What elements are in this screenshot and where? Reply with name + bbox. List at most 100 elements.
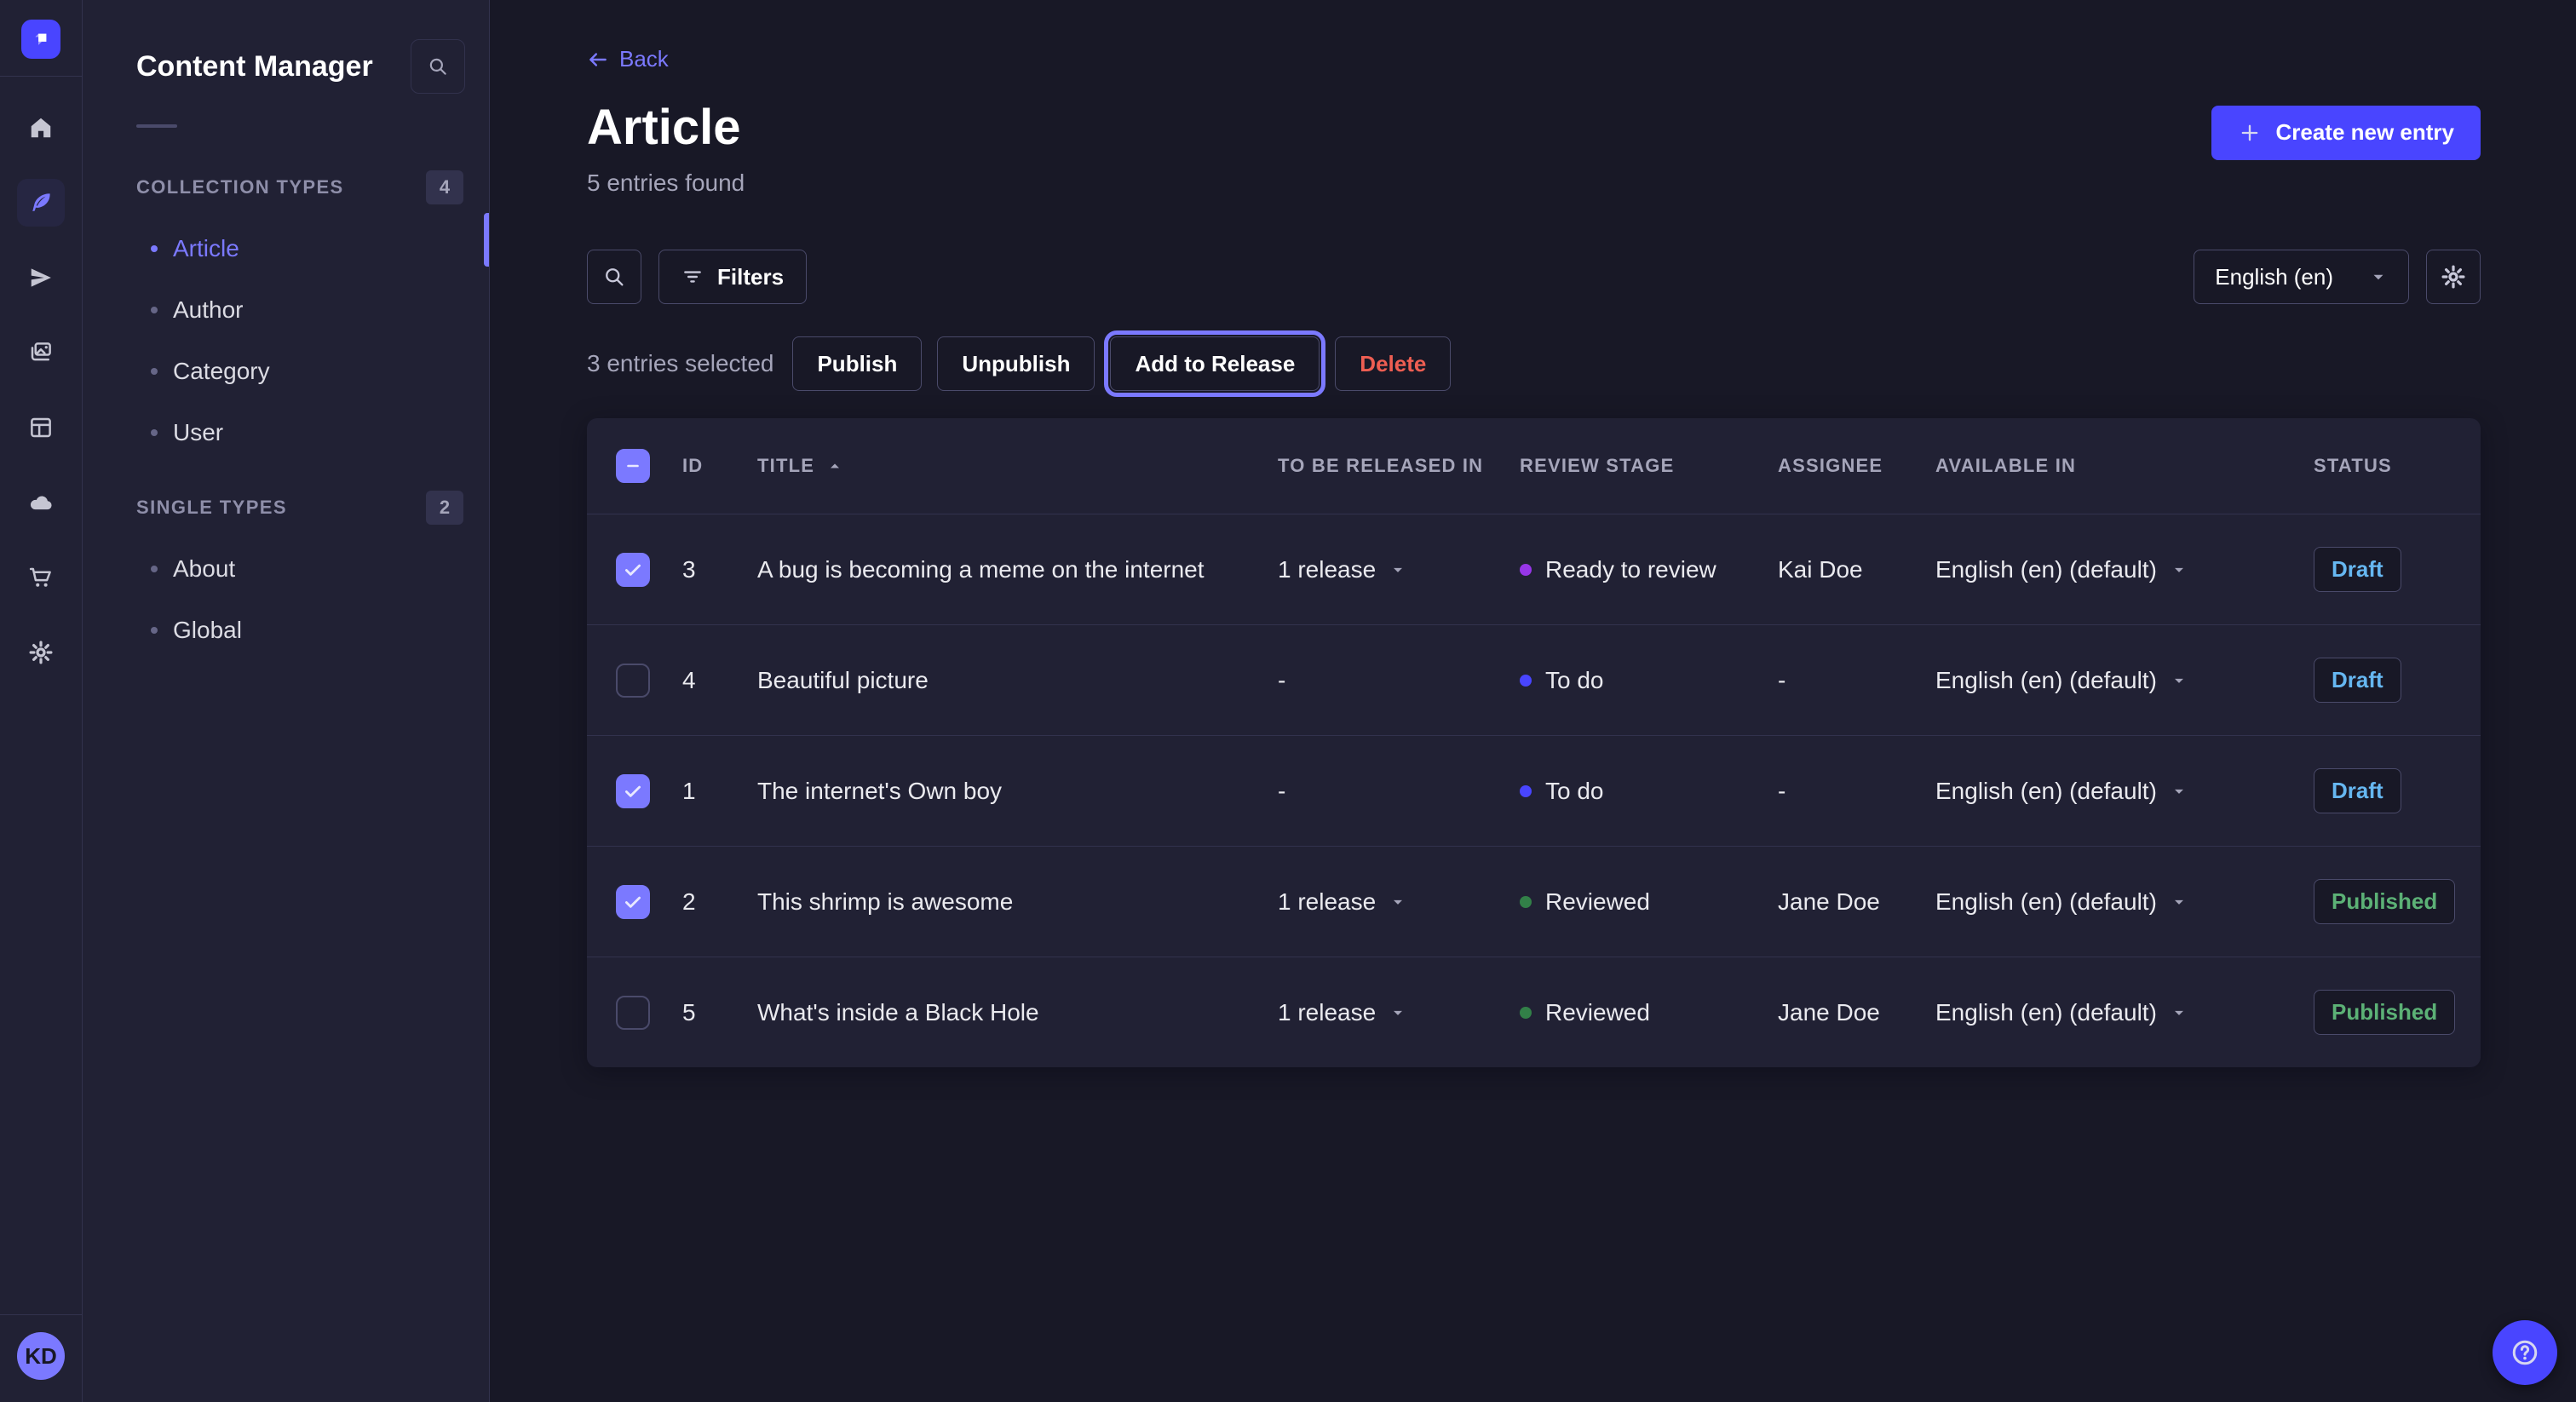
cell-assignee: - (1778, 667, 1935, 694)
row-checkbox[interactable] (616, 553, 650, 587)
status-badge: Draft (2314, 768, 2401, 813)
chevron-down-icon (1389, 893, 1406, 911)
entries-table: ID TITLE TO BE RELEASED IN REVIEW STAGE … (587, 418, 2481, 1067)
table-header-row: ID TITLE TO BE RELEASED IN REVIEW STAGE … (587, 418, 2481, 514)
strapi-logo-icon[interactable] (21, 20, 60, 59)
cell-review-stage: Reviewed (1520, 888, 1778, 916)
cell-title: Beautiful picture (757, 667, 1278, 694)
question-mark-icon (2510, 1337, 2540, 1368)
row-checkbox[interactable] (616, 664, 650, 698)
cell-assignee: Jane Doe (1778, 888, 1935, 916)
cell-release[interactable]: 1 release (1278, 888, 1520, 916)
cell-assignee: - (1778, 778, 1935, 805)
cell-release[interactable]: 1 release (1278, 999, 1520, 1026)
row-checkbox[interactable] (616, 996, 650, 1030)
status-badge: Published (2314, 879, 2455, 924)
layout-icon[interactable] (17, 404, 65, 451)
cell-available-in[interactable]: English (en) (default) (1935, 888, 2314, 916)
cell-assignee: Jane Doe (1778, 999, 1935, 1026)
column-header-to-be-released-in[interactable]: TO BE RELEASED IN (1278, 455, 1520, 477)
active-item-indicator (484, 213, 489, 267)
sidebar-item-article[interactable]: Article (83, 218, 489, 279)
sidebar-item-about[interactable]: About (83, 538, 489, 600)
row-checkbox[interactable] (616, 885, 650, 919)
cell-id: 1 (682, 778, 757, 805)
gear-icon[interactable] (17, 629, 65, 676)
bullet-icon (151, 245, 158, 252)
table-row[interactable]: 2 This shrimp is awesome 1 release Revie… (587, 846, 2481, 957)
help-button[interactable] (2493, 1320, 2557, 1385)
chevron-down-icon (2171, 672, 2188, 689)
sort-asc-icon (826, 457, 843, 474)
rail-divider (0, 76, 82, 77)
search-icon[interactable] (411, 39, 465, 94)
delete-button[interactable]: Delete (1335, 336, 1451, 391)
sidebar-item-category[interactable]: Category (83, 341, 489, 402)
locale-select[interactable]: English (en) (2194, 250, 2409, 304)
status-badge: Published (2314, 990, 2455, 1035)
chevron-down-icon (1389, 1004, 1406, 1021)
column-header-assignee[interactable]: ASSIGNEE (1778, 455, 1935, 477)
home-icon[interactable] (17, 104, 65, 152)
cell-available-in[interactable]: English (en) (default) (1935, 556, 2314, 583)
user-avatar[interactable]: KD (17, 1332, 65, 1380)
add-to-release-button[interactable]: Add to Release (1110, 336, 1320, 391)
bullet-icon (151, 307, 158, 313)
row-checkbox[interactable] (616, 774, 650, 808)
cell-id: 5 (682, 999, 757, 1026)
back-link[interactable]: Back (587, 46, 669, 72)
cell-available-in[interactable]: English (en) (default) (1935, 778, 2314, 805)
cell-release: - (1278, 667, 1520, 694)
chevron-down-icon (2171, 1004, 2188, 1021)
column-header-review-stage[interactable]: REVIEW STAGE (1520, 455, 1778, 477)
strapi-logo-glyph (29, 27, 53, 51)
sidebar-item-user[interactable]: User (83, 402, 489, 463)
bullet-icon (151, 566, 158, 572)
cell-title: A bug is becoming a meme on the internet (757, 556, 1278, 583)
collection-types-list: Article Author Category User (83, 218, 489, 463)
cell-release[interactable]: 1 release (1278, 556, 1520, 583)
status-badge: Draft (2314, 547, 2401, 592)
column-header-title[interactable]: TITLE (757, 455, 1278, 477)
unpublish-button[interactable]: Unpublish (937, 336, 1095, 391)
filter-icon (681, 266, 704, 288)
cloud-icon[interactable] (17, 479, 65, 526)
sidebar-item-global[interactable]: Global (83, 600, 489, 661)
search-icon[interactable] (587, 250, 641, 304)
stage-dot-icon (1520, 1007, 1532, 1019)
indeterminate-icon (623, 456, 643, 476)
column-header-id[interactable]: ID (682, 455, 757, 477)
table-row[interactable]: 3 A bug is becoming a meme on the intern… (587, 514, 2481, 624)
chevron-down-icon (2171, 561, 2188, 578)
entries-selected-text: 3 entries selected (587, 350, 773, 377)
sidebar-divider (136, 124, 177, 128)
stage-dot-icon (1520, 785, 1532, 797)
table-row[interactable]: 5 What's inside a Black Hole 1 release R… (587, 957, 2481, 1067)
collection-types-count-badge: 4 (426, 170, 463, 204)
main-content: Back Article 5 entries found Create new … (490, 0, 2576, 1402)
sidebar-item-author[interactable]: Author (83, 279, 489, 341)
media-icon[interactable] (17, 329, 65, 376)
create-new-entry-button[interactable]: Create new entry (2211, 106, 2481, 160)
stage-dot-icon (1520, 675, 1532, 687)
feather-icon[interactable] (17, 179, 65, 227)
cell-available-in[interactable]: English (en) (default) (1935, 999, 2314, 1026)
stage-dot-icon (1520, 564, 1532, 576)
cell-review-stage: Ready to review (1520, 556, 1778, 583)
send-icon[interactable] (17, 254, 65, 302)
table-row[interactable]: 1 The internet's Own boy - To do - Engli… (587, 735, 2481, 846)
filters-button[interactable]: Filters (658, 250, 807, 304)
column-header-available-in[interactable]: AVAILABLE IN (1935, 455, 2314, 477)
select-all-checkbox[interactable] (616, 449, 650, 483)
publish-button[interactable]: Publish (792, 336, 922, 391)
cell-review-stage: To do (1520, 667, 1778, 694)
check-icon (622, 559, 644, 581)
settings-gear-icon[interactable] (2426, 250, 2481, 304)
column-header-status[interactable]: STATUS (2314, 455, 2481, 477)
status-badge: Draft (2314, 658, 2401, 703)
cell-available-in[interactable]: English (en) (default) (1935, 667, 2314, 694)
main-nav-rail: KD (0, 0, 83, 1402)
cart-icon[interactable] (17, 554, 65, 601)
table-row[interactable]: 4 Beautiful picture - To do - English (e… (587, 624, 2481, 735)
rail-bottom-divider (0, 1314, 82, 1315)
